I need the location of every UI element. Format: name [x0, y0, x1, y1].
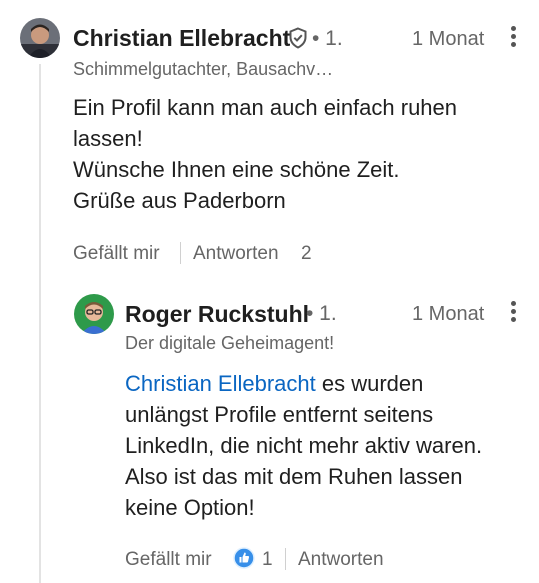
comment-text: Ein Profil kann man auch einfach ruhen l… — [73, 92, 457, 216]
action-divider — [180, 242, 181, 264]
avatar-photo-icon — [20, 18, 60, 58]
reply-line: Christian Ellebracht es wurden — [125, 368, 482, 399]
like-reaction-icon[interactable] — [233, 547, 255, 569]
author-headline: Schimmelgutachter, Bausachv… — [73, 59, 334, 79]
comment-line: Wünsche Ihnen eine schöne Zeit. — [73, 157, 400, 182]
mention-link[interactable]: Christian Ellebracht — [125, 371, 316, 396]
reply-button[interactable]: Antworten — [193, 243, 279, 265]
author-headline: Der digitale Geheimagent! — [125, 333, 335, 353]
verified-shield-icon — [289, 27, 307, 49]
connection-degree: • 1. — [312, 27, 343, 50]
comment-line: Grüße aus Paderborn — [73, 188, 286, 213]
reply-line-rest: es wurden — [315, 371, 424, 396]
avatar[interactable] — [20, 18, 60, 58]
avatar-photo-icon — [74, 294, 114, 334]
reply-line: keine Option! — [125, 495, 255, 520]
timestamp: 1 Monat — [412, 28, 485, 50]
action-divider — [285, 548, 286, 570]
reply-count[interactable]: 2 — [301, 243, 312, 265]
comment-line: Ein Profil kann man auch einfach ruhen — [73, 95, 458, 120]
author-name[interactable]: Roger Ruckstuhl — [125, 301, 309, 328]
avatar[interactable] — [74, 294, 114, 334]
thread-line — [39, 64, 41, 583]
connection-degree: • 1. — [306, 302, 337, 325]
comment-line: lassen! — [73, 126, 143, 151]
reply-button[interactable]: Antworten — [298, 549, 384, 571]
reply-line: unlängst Profile entfernt seitens — [125, 402, 434, 427]
like-button[interactable]: Gefällt mir — [125, 549, 212, 571]
reply-text: Christian Ellebracht es wurden unlängst … — [125, 368, 482, 523]
timestamp: 1 Monat — [412, 303, 485, 325]
author-name[interactable]: Christian Ellebracht — [73, 25, 290, 52]
like-button[interactable]: Gefällt mir — [73, 243, 160, 265]
reply-line: LinkedIn, die nicht mehr aktiv waren. — [125, 433, 483, 458]
reaction-count[interactable]: 1 — [262, 549, 273, 571]
more-options-icon[interactable] — [506, 26, 520, 50]
more-options-icon[interactable] — [506, 301, 520, 325]
reply-line: Also ist das mit dem Ruhen lassen — [125, 464, 463, 489]
